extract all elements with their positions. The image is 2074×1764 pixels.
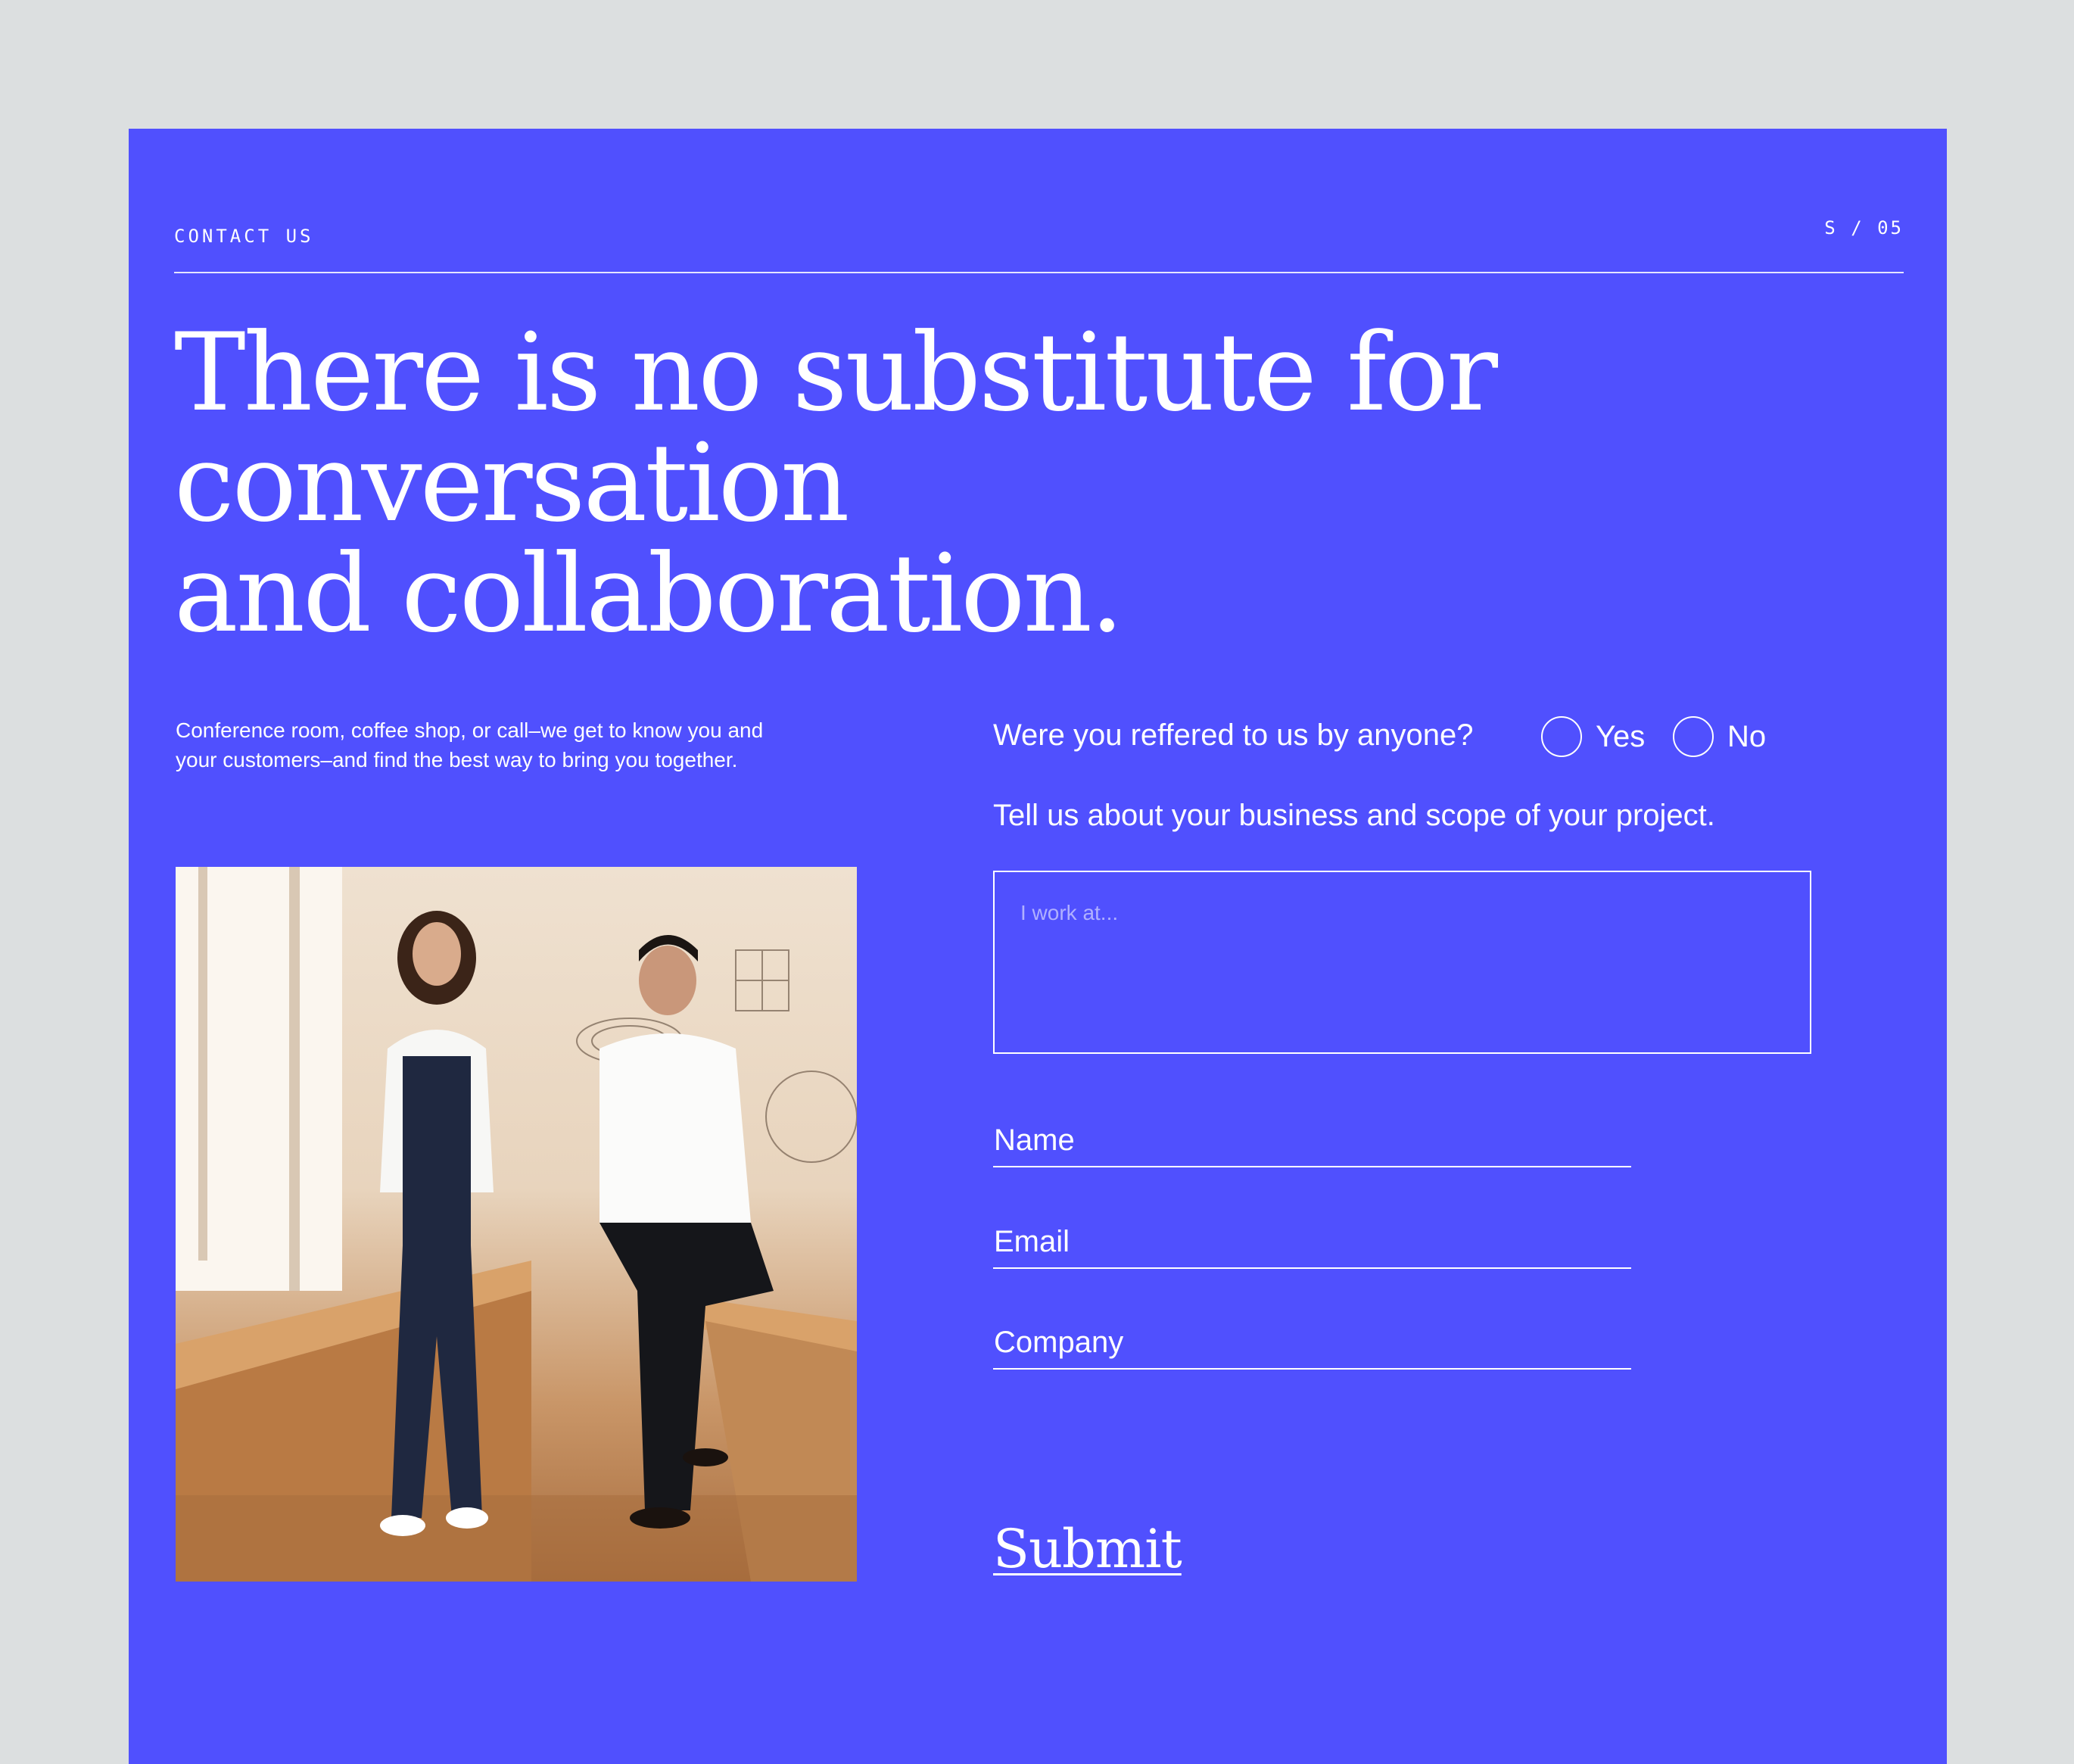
referral-question: Were you reffered to us by anyone? — [993, 718, 1474, 752]
page-headline: There is no substitute for conversation … — [174, 318, 1915, 650]
intro-text: Conference room, coffee shop, or call–we… — [176, 715, 857, 774]
team-photo — [176, 867, 857, 1582]
email-field[interactable] — [993, 1223, 1631, 1269]
slide-indicator: S / 05 — [1824, 217, 1904, 238]
floor — [176, 1495, 857, 1582]
submit-button[interactable]: Submit — [993, 1519, 1182, 1579]
contact-panel: CONTACT US S / 05 There is no substitute… — [129, 129, 1947, 1764]
referral-no-option[interactable]: No — [1673, 716, 1766, 757]
scope-textarea[interactable] — [993, 871, 1811, 1054]
team-photo-illustration — [176, 867, 857, 1582]
referral-yes-radio[interactable] — [1541, 716, 1582, 757]
intro-line-2: your customers–and find the best way to … — [176, 748, 738, 771]
headline-line-1: There is no substitute for conversation — [174, 310, 1498, 546]
intro-line-1: Conference room, coffee shop, or call–we… — [176, 718, 764, 742]
referral-yes-option[interactable]: Yes — [1541, 716, 1645, 757]
referral-no-label: No — [1727, 720, 1767, 753]
window-frame — [289, 867, 300, 1291]
section-eyebrow: CONTACT US — [174, 226, 314, 247]
headline-line-2: and collaboration. — [174, 531, 1124, 656]
name-field[interactable] — [993, 1122, 1631, 1167]
referral-yes-label: Yes — [1596, 720, 1646, 753]
header-divider — [174, 272, 1904, 273]
window-frame — [198, 867, 207, 1261]
scope-prompt: Tell us about your business and scope of… — [993, 799, 1715, 832]
referral-no-radio[interactable] — [1673, 716, 1714, 757]
company-field[interactable] — [993, 1324, 1631, 1370]
